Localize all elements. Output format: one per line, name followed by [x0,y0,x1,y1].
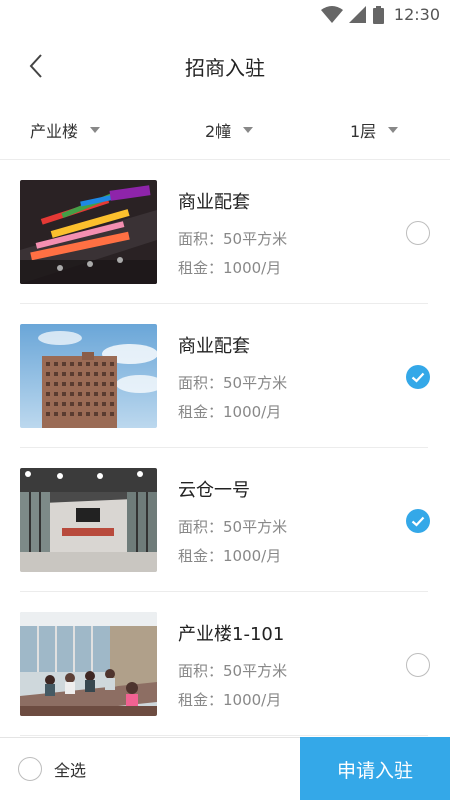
filter-label: 1层 [350,122,377,141]
select-all-label: 全选 [54,761,87,780]
list-item[interactable]: 商业配套 面积：50平方米 租金：1000/月 [20,304,430,448]
filter-label: 产业楼 [30,122,79,141]
bottom-bar: 全选 申请入驻 [0,737,450,800]
office-interior-photo [20,468,157,572]
item-rent: 租金：1000/月 [178,403,282,421]
dropdown-caret-icon [90,127,101,133]
dropdown-caret-icon [388,127,399,133]
space-list: 商业配套 面积：50平方米 租金：1000/月 商业配套 面积：50平方米 租金… [0,160,450,737]
checkmark-icon [411,516,425,527]
select-all-radio[interactable] [18,757,42,781]
item-radio-checked[interactable] [406,365,430,389]
stationery-photo [20,180,157,284]
meeting-room-photo [20,612,157,716]
item-radio[interactable] [406,221,430,245]
filter-bar: 产业楼 2幢 1层 [0,100,450,160]
item-rent: 租金：1000/月 [178,691,282,709]
select-all-toggle[interactable]: 全选 [18,757,86,781]
filter-building-type[interactable]: 产业楼 [30,118,101,142]
item-title: 云仓一号 [178,480,250,501]
filter-label: 2幢 [205,122,232,141]
item-title: 商业配套 [178,336,250,357]
status-time: 12:30 [393,5,440,24]
checkmark-icon [411,372,425,383]
item-radio[interactable] [406,653,430,677]
page-title: 招商入驻 [185,56,265,80]
dropdown-caret-icon [243,127,254,133]
item-title: 商业配套 [178,192,250,213]
item-radio-checked[interactable] [406,509,430,533]
status-icons: 12:30 [320,5,440,24]
signal-icon [348,5,366,23]
list-item[interactable]: 产业楼1-101 面积：50平方米 租金：1000/月 [20,592,430,736]
item-area: 面积：50平方米 [178,230,288,248]
item-rent: 租金：1000/月 [178,259,282,277]
item-area: 面积：50平方米 [178,662,288,680]
item-area: 面积：50平方米 [178,518,288,536]
list-item[interactable]: 商业配套 面积：50平方米 租金：1000/月 [20,160,430,304]
status-bar: 12:30 [0,0,450,32]
wifi-icon [320,5,343,23]
battery-icon [372,5,384,24]
apply-button[interactable]: 申请入驻 [300,737,450,800]
nav-bar: 招商入驻 [0,32,450,100]
list-item[interactable]: 云仓一号 面积：50平方米 租金：1000/月 [20,448,430,592]
item-area: 面积：50平方米 [178,374,288,392]
filter-floor[interactable]: 1层 [350,118,399,142]
item-rent: 租金：1000/月 [178,547,282,565]
item-title: 产业楼1-101 [178,624,285,645]
building-photo [20,324,157,428]
filter-building-number[interactable]: 2幢 [205,118,254,142]
